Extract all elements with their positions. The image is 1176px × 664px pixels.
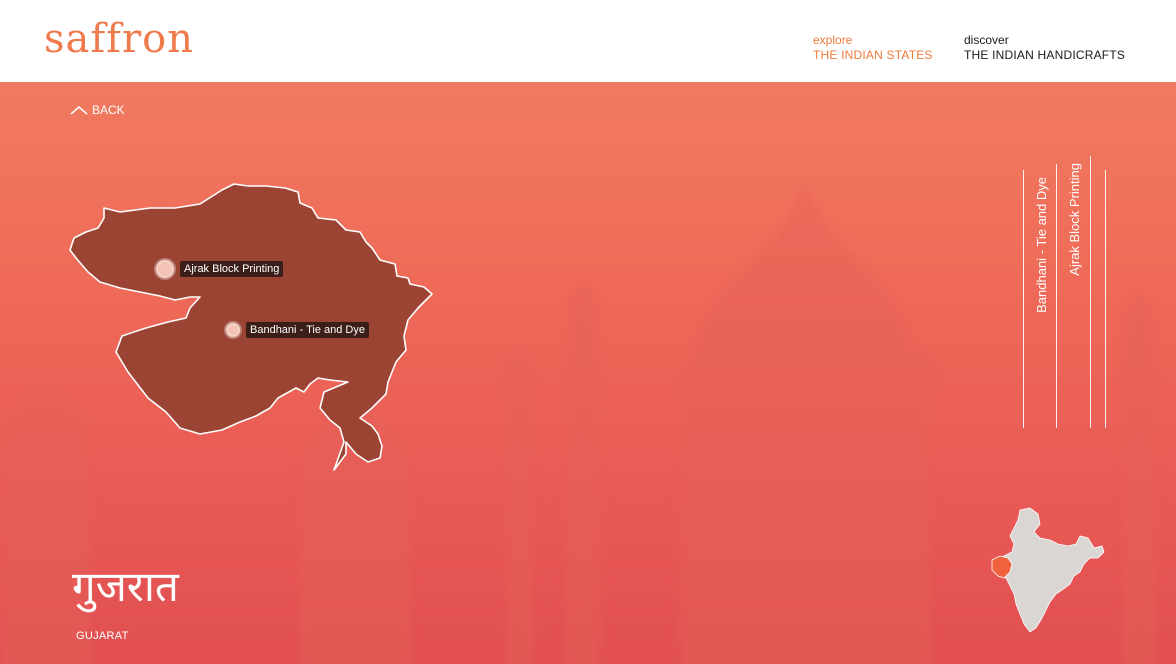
link-ajrak[interactable]: Ajrak Block Printing [1067,163,1082,276]
nav-states-big: THE INDIAN STATES [813,48,933,62]
nav-states-small: explore [813,33,853,47]
link-bandhani[interactable]: Bandhani - Tie and Dye [1034,177,1049,313]
pin-ajrak-dot [156,260,174,278]
divider-line [1090,156,1091,428]
pin-bandhani-dot [226,323,240,337]
pin-ajrak[interactable]: Ajrak Block Printing [156,260,284,278]
saffron-logo[interactable]: saffron [44,16,194,62]
pin-ajrak-label: Ajrak Block Printing [180,261,284,277]
nav-indian-states[interactable]: explore THE INDIAN STATES [813,33,933,63]
nav-indian-handicrafts[interactable]: discover THE INDIAN HANDICRAFTS [964,33,1125,63]
india-mini-map[interactable] [984,506,1110,636]
nav-crafts-big: THE INDIAN HANDICRAFTS [964,48,1126,62]
hero-section: BACK Ajrak Block Printing Bandhani - Tie… [0,82,1176,664]
pin-bandhani-label: Bandhani - Tie and Dye [246,322,369,338]
divider-line [1056,164,1057,428]
header: saffron explore THE INDIAN STATES discov… [0,0,1176,82]
state-native-name: गुजरात [72,562,179,611]
divider-line [1105,170,1106,428]
divider-line [1023,170,1024,428]
state-name: GUJARAT [76,630,129,642]
nav-crafts-small: discover [964,33,1009,47]
pin-bandhani[interactable]: Bandhani - Tie and Dye [226,322,369,338]
gujarat-map[interactable] [0,82,460,502]
